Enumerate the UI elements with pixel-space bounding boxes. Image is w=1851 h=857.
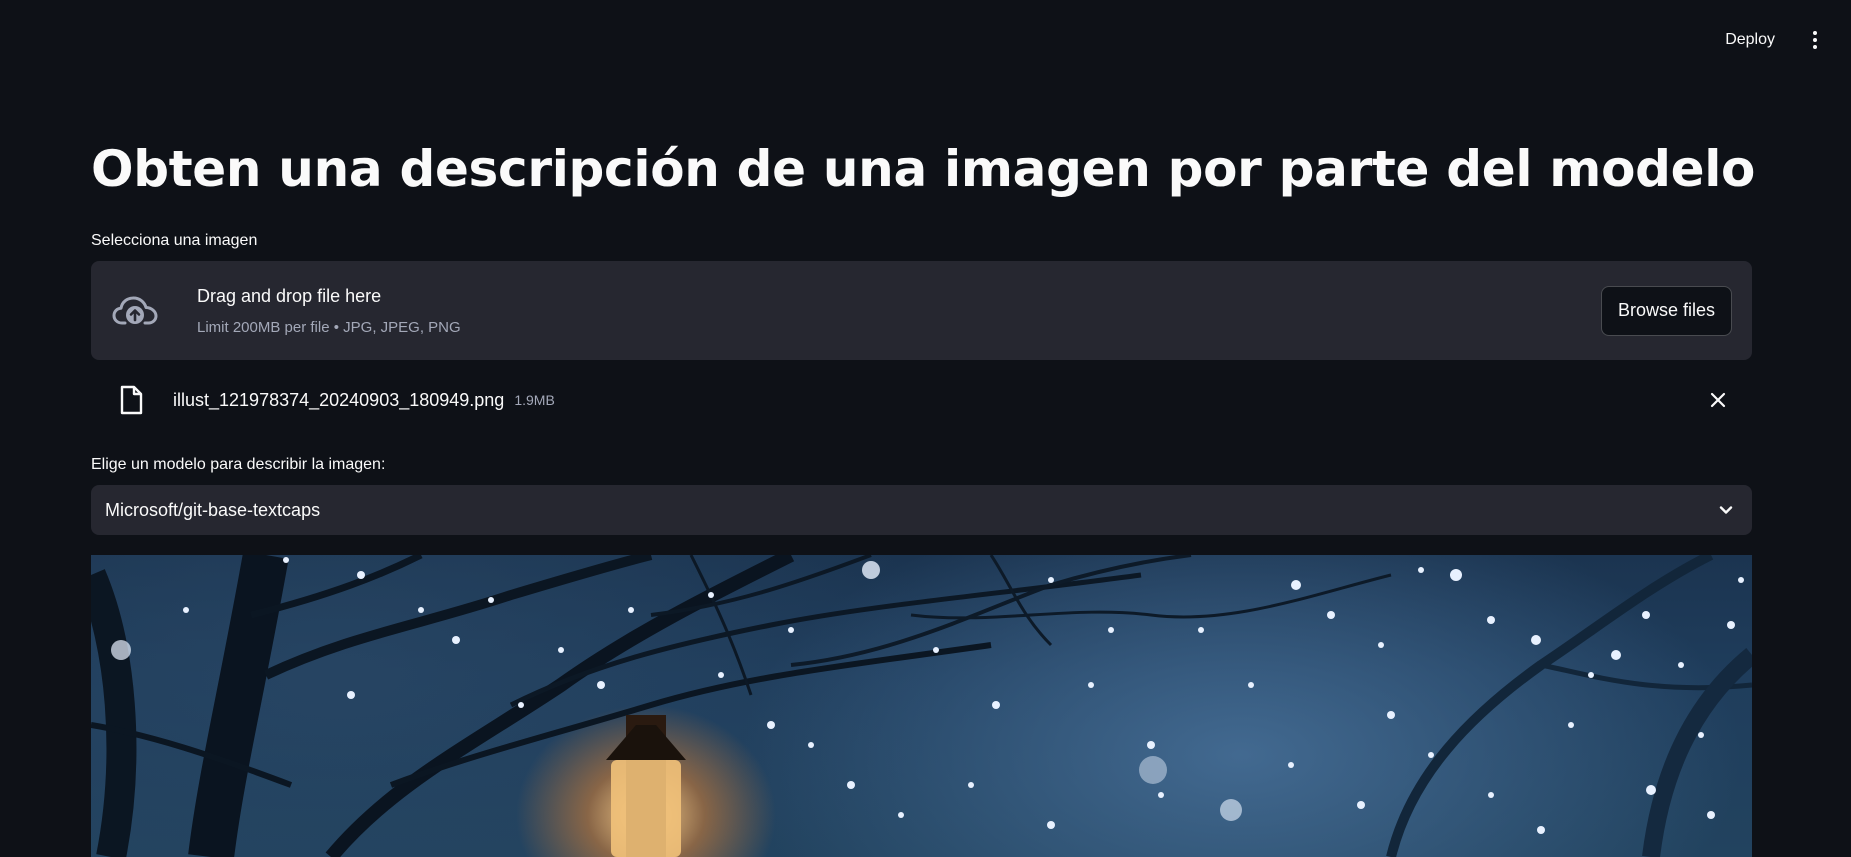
cloud-upload-icon: [112, 296, 158, 324]
model-select[interactable]: Microsoft/git-base-textcaps: [91, 485, 1752, 535]
model-select-value: Microsoft/git-base-textcaps: [105, 499, 321, 520]
uploader-label: Selecciona una imagen: [91, 232, 258, 249]
dropzone-subtitle: Limit 200MB per file • JPG, JPEG, PNG: [197, 318, 461, 336]
deploy-button[interactable]: Deploy: [1715, 23, 1785, 57]
top-header: Deploy: [0, 0, 1851, 80]
browse-files-button[interactable]: Browse files: [1600, 285, 1732, 336]
file-icon: [120, 385, 143, 415]
close-icon: [1710, 392, 1726, 408]
uploaded-file-name: illust_121978374_20240903_180949.png: [173, 389, 505, 410]
menu-dot-icon: [1813, 45, 1817, 49]
app-root: Deploy Obten una descripción de una imag…: [0, 0, 1851, 857]
dropzone-title: Drag and drop file here: [197, 285, 382, 306]
dropzone-text: Drag and drop file here Limit 200MB per …: [197, 286, 1601, 336]
uploaded-image-preview: [91, 555, 1752, 857]
menu-dot-icon: [1813, 31, 1817, 35]
uploaded-file-size: 1.9MB: [514, 392, 555, 408]
model-select-label: Elige un modelo para describir la imagen…: [91, 456, 386, 473]
menu-dot-icon: [1813, 38, 1817, 42]
snowy-night-image: [91, 555, 1752, 857]
remove-file-button[interactable]: [1706, 388, 1730, 412]
chevron-down-icon: [1719, 506, 1733, 514]
uploaded-file-row: illust_121978374_20240903_180949.png 1.9…: [91, 378, 1752, 422]
main-menu-button[interactable]: [1803, 24, 1827, 56]
page-title: Obten una descripción de una imagen por …: [91, 140, 1756, 198]
file-dropzone[interactable]: Drag and drop file here Limit 200MB per …: [91, 261, 1752, 360]
